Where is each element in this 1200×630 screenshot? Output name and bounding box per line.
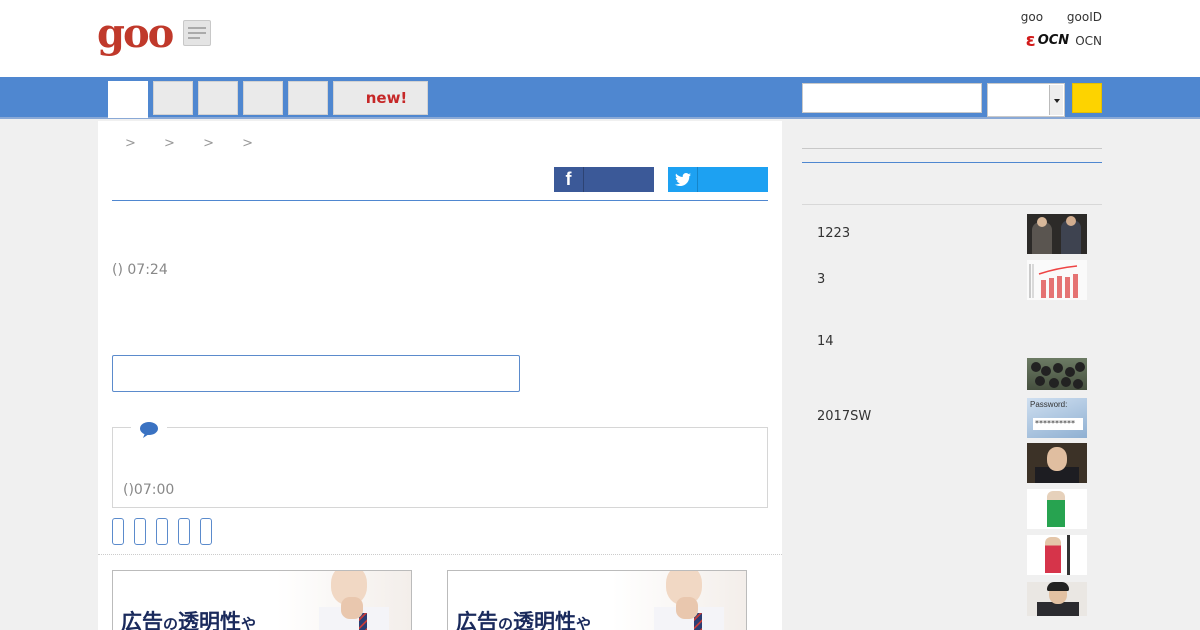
ad-headline: 広告の透明性や	[121, 610, 257, 630]
pager-button[interactable]	[178, 518, 190, 545]
breadcrumb-separator: >	[242, 136, 254, 151]
ad-person-image	[313, 571, 389, 630]
ad-person-image	[648, 571, 724, 630]
breadcrumb: > > > >	[125, 136, 277, 151]
pager-button[interactable]	[112, 518, 124, 545]
ocn-swirl-icon: ε	[1025, 30, 1036, 51]
comment-box: ()07:00	[112, 421, 768, 508]
news-thumbnail[interactable]	[1027, 260, 1087, 300]
breadcrumb-separator: >	[125, 136, 136, 151]
comment-input[interactable]	[112, 355, 520, 392]
sidebar-divider	[802, 148, 1102, 149]
chevron-down-icon	[1049, 85, 1063, 115]
sidebar-news-item[interactable]: 1223	[817, 226, 850, 241]
news-thumbnail[interactable]	[1027, 489, 1087, 529]
breadcrumb-separator: >	[203, 136, 214, 151]
global-nav: new!	[0, 77, 1200, 119]
search-button[interactable]	[1072, 83, 1102, 113]
article-timestamp: () 07:24	[112, 262, 168, 278]
breadcrumb-separator: >	[164, 136, 175, 151]
facebook-icon: f	[554, 167, 584, 192]
news-thumbnail[interactable]	[1027, 214, 1087, 254]
ocn-label: OCN	[1075, 33, 1102, 48]
search-scope-select[interactable]	[987, 83, 1065, 117]
ad-banner[interactable]: 広告の透明性や	[112, 570, 412, 630]
ocn-logo: ε OCN	[1025, 30, 1070, 51]
comment-timestamp: ()07:00	[123, 482, 175, 498]
ad-headline: 広告の透明性や	[456, 610, 592, 630]
section-divider	[98, 554, 782, 555]
top-link-goo[interactable]: goo	[1021, 10, 1043, 24]
news-thumbnail[interactable]	[1027, 582, 1087, 616]
sidebar-news-item[interactable]: 14	[817, 334, 834, 349]
nav-tab-4[interactable]	[288, 81, 328, 115]
pager-button[interactable]	[156, 518, 168, 545]
sidebar-news-item[interactable]: 2017SW	[817, 409, 871, 424]
pager-button[interactable]	[200, 518, 212, 545]
nav-tab-home[interactable]	[108, 81, 148, 118]
site-header: goo goo gooID ε OCN OCN	[0, 0, 1200, 77]
top-links: goo gooID	[1001, 10, 1102, 24]
twitter-bird-icon	[668, 167, 698, 192]
newspaper-icon[interactable]	[183, 20, 211, 46]
twitter-share-button[interactable]	[668, 167, 768, 192]
goo-logo[interactable]: goo	[97, 10, 174, 57]
pager-button[interactable]	[134, 518, 146, 545]
search-input[interactable]	[802, 83, 982, 113]
facebook-share-button[interactable]: f	[554, 167, 654, 192]
nav-tab-new[interactable]: new!	[333, 81, 428, 115]
nav-tab-1[interactable]	[153, 81, 193, 115]
news-thumbnail[interactable]: Password: **********	[1027, 398, 1087, 438]
sidebar-news-item[interactable]: 3	[817, 272, 825, 287]
ad-banner[interactable]: 広告の透明性や	[447, 570, 747, 630]
title-divider	[112, 200, 768, 201]
nav-tab-2[interactable]	[198, 81, 238, 115]
nav-tab-3[interactable]	[243, 81, 283, 115]
comment-pager	[112, 518, 222, 545]
news-thumbnail[interactable]	[1027, 535, 1087, 575]
ocn-link[interactable]: ε OCN OCN	[1026, 30, 1102, 51]
top-link-gooid[interactable]: gooID	[1067, 10, 1102, 24]
news-thumbnail[interactable]	[1027, 358, 1087, 390]
news-thumbnail[interactable]	[1027, 443, 1087, 483]
sidebar-heading-rule	[802, 162, 1102, 163]
sidebar-divider	[802, 204, 1102, 205]
speech-bubble-icon	[131, 421, 167, 439]
article-column: > > > > f () 07:24 ()07:00 広告の透明性や 広告の透明…	[98, 121, 782, 630]
